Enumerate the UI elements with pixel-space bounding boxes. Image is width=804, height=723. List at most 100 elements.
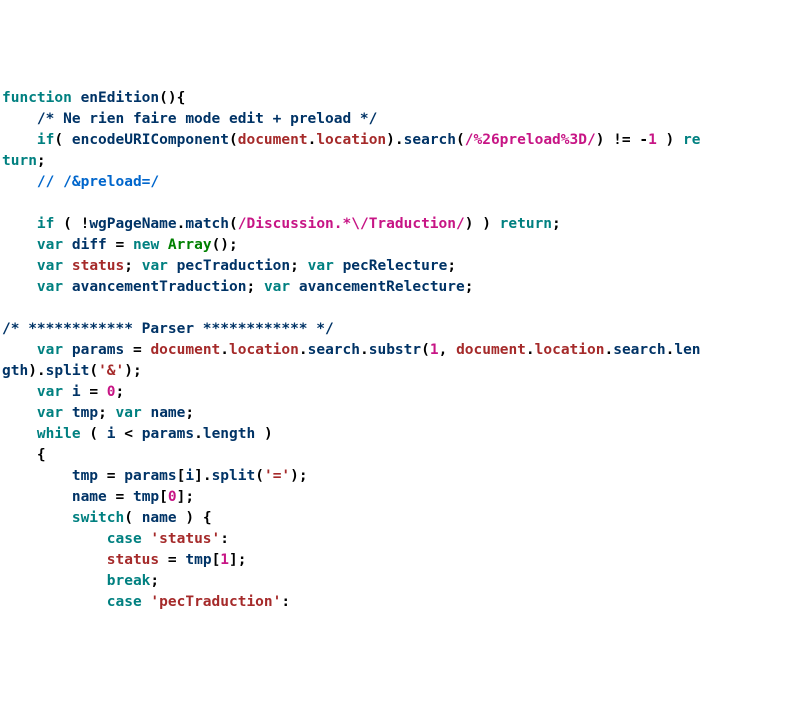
code-block: function enEdition(){ /* Ne rien faire m… — [2, 88, 802, 613]
ident: i — [107, 426, 116, 442]
var-name: i — [72, 384, 81, 400]
punct: < — [116, 426, 142, 442]
kw-case: case — [107, 531, 142, 547]
obj-location: location — [535, 342, 605, 358]
kw-if: if — [37, 216, 54, 232]
punct: [ — [212, 552, 221, 568]
kw-var: var — [37, 237, 63, 253]
space — [142, 594, 151, 610]
punct: ; — [37, 153, 46, 169]
punct: ; — [116, 384, 125, 400]
ident: substr — [369, 342, 421, 358]
punct: ]; — [229, 552, 246, 568]
punct: . — [526, 342, 535, 358]
brace: { — [37, 447, 46, 463]
kw-return: re — [683, 132, 700, 148]
var-name: avancementTraduction — [72, 279, 247, 295]
kw-var: var — [37, 279, 63, 295]
punct: . — [299, 342, 308, 358]
ident: params — [142, 426, 194, 442]
punct: ) { — [177, 510, 212, 526]
type-array: Array — [168, 237, 212, 253]
kw-var: var — [37, 258, 63, 274]
kw-switch: switch — [72, 510, 124, 526]
ident: tmp — [72, 468, 98, 484]
kw-new: new — [133, 237, 159, 253]
punct: = — [81, 384, 107, 400]
punct: ) — [657, 132, 683, 148]
string: 'status' — [150, 531, 220, 547]
ident: search — [613, 342, 665, 358]
punct: (){ — [159, 90, 185, 106]
kw-break: break — [107, 573, 151, 589]
punct: = — [159, 552, 185, 568]
ident: encodeURIComponent — [72, 132, 229, 148]
kw-var: var — [116, 405, 142, 421]
var-name: pecTraduction — [177, 258, 291, 274]
string: '&' — [98, 363, 124, 379]
space — [142, 531, 151, 547]
number: 1 — [648, 132, 657, 148]
comment: // /&preload=/ — [37, 174, 159, 190]
regex: /Discussion.*\/Traduction/ — [238, 216, 465, 232]
kw-var: var — [264, 279, 290, 295]
kw-return: turn — [2, 153, 37, 169]
obj-document: document — [150, 342, 220, 358]
regex: /%26preload%3D/ — [465, 132, 596, 148]
var-name: diff — [72, 237, 107, 253]
punct: ) — [255, 426, 272, 442]
punct: ; — [447, 258, 456, 274]
kw-var: var — [37, 405, 63, 421]
ident: tmp — [185, 552, 211, 568]
kw-return: return — [500, 216, 552, 232]
obj-document: document — [238, 132, 308, 148]
ident: wgPageName — [89, 216, 176, 232]
punct: ; — [150, 573, 159, 589]
punct: ( — [81, 426, 107, 442]
punct: ]. — [194, 468, 211, 484]
punct: ( — [124, 510, 141, 526]
punct: ). — [28, 363, 45, 379]
punct: ( — [229, 132, 238, 148]
ident: i — [185, 468, 194, 484]
kw-case: case — [107, 594, 142, 610]
var-name: pecRelecture — [343, 258, 448, 274]
ident: params — [124, 468, 176, 484]
punct: : — [220, 531, 229, 547]
ident: name — [142, 510, 177, 526]
var-name: tmp — [72, 405, 98, 421]
punct: ; — [124, 258, 141, 274]
punct: . — [194, 426, 203, 442]
ident-status: status — [107, 552, 159, 568]
punct: ( — [456, 132, 465, 148]
string: '=' — [264, 468, 290, 484]
var-name: avancementRelecture — [299, 279, 465, 295]
punct: ; — [185, 405, 194, 421]
punct: ; — [290, 258, 307, 274]
punct: = — [98, 468, 124, 484]
ident: search — [308, 342, 360, 358]
kw-var: var — [37, 384, 63, 400]
punct: , — [439, 342, 456, 358]
punct: (); — [212, 237, 238, 253]
punct: ( — [54, 132, 71, 148]
number: 1 — [430, 342, 439, 358]
obj-document: document — [456, 342, 526, 358]
ident: len — [674, 342, 700, 358]
var-name: name — [150, 405, 185, 421]
comment: /* Ne rien faire mode edit + preload */ — [37, 111, 377, 127]
punct: ); — [124, 363, 141, 379]
punct: ( — [255, 468, 264, 484]
obj-location: location — [316, 132, 386, 148]
punct: ; — [465, 279, 474, 295]
punct: ; — [98, 405, 115, 421]
fn-name: enEdition — [81, 90, 160, 106]
kw-var: var — [142, 258, 168, 274]
punct: . — [360, 342, 369, 358]
punct: : — [281, 594, 290, 610]
punct: = — [107, 237, 133, 253]
punct: ) != - — [596, 132, 648, 148]
punct: . — [308, 132, 317, 148]
punct: ). — [386, 132, 403, 148]
ident: split — [212, 468, 256, 484]
